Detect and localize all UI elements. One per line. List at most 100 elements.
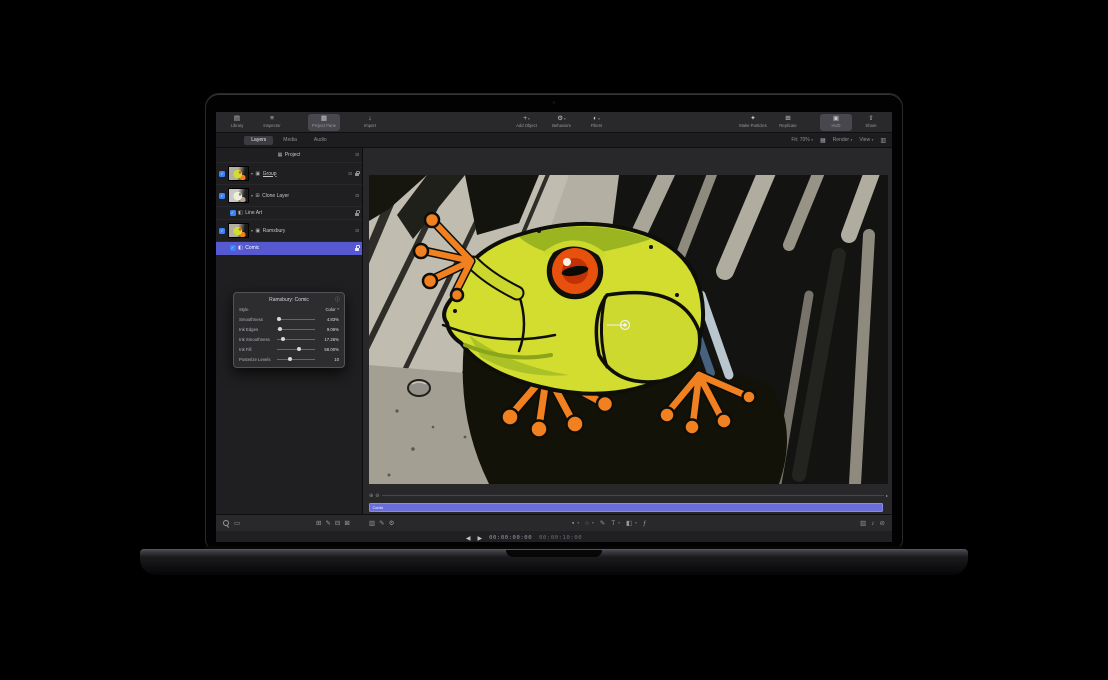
share-button[interactable]: ⇧ Share	[855, 114, 887, 131]
library-button[interactable]: ▤ Library	[221, 114, 253, 131]
param-slider[interactable]	[277, 349, 315, 350]
edit-tool-icon[interactable]: ✎	[325, 519, 330, 527]
inspector-button[interactable]: ≡ Inspector	[256, 114, 288, 131]
duration-display[interactable]: 00:00:10:00	[539, 535, 582, 541]
filters-button[interactable]: ◐▾ Filters	[581, 114, 613, 131]
hud-param-ink-fill[interactable]: Ink Fill 58.00%	[234, 344, 344, 354]
layer-thumbnail	[228, 166, 249, 181]
transform-tool-icon[interactable]: ⊞	[316, 519, 321, 527]
pen-tool-icon[interactable]: ✎	[600, 519, 605, 527]
disclosure-triangle-icon[interactable]: ▾	[251, 193, 253, 198]
timeline-zoom-out-icon[interactable]: ⊖	[375, 493, 379, 499]
disclosure-triangle-icon[interactable]: ▾	[251, 171, 253, 176]
function-tool-icon[interactable]: ƒ	[643, 520, 647, 527]
hud-label: HUD	[831, 123, 840, 128]
timeline-clip-comic[interactable]: Comic	[369, 503, 883, 512]
chevron-down-icon: ▾	[618, 521, 620, 525]
library-icon: ▤	[234, 116, 240, 122]
mask-tool-icon[interactable]: ◧	[626, 519, 632, 527]
activation-checkbox[interactable]: ✓	[230, 210, 236, 216]
audio-icon[interactable]: ♪	[871, 520, 874, 527]
laptop-lid-notch	[506, 550, 602, 557]
param-value[interactable]: Color	[316, 307, 336, 312]
mute-icon[interactable]: ⊘	[880, 519, 885, 527]
render-dropdown[interactable]: Render ▾	[833, 137, 853, 143]
previous-frame-button[interactable]: ◀	[466, 535, 471, 542]
film-icon[interactable]: ▥	[860, 519, 866, 527]
hud-panel[interactable]: Ramsbury: Comic ⓘ Style Color ▾ Smoothne…	[233, 292, 345, 368]
import-button[interactable]: ↓ Import	[354, 114, 386, 131]
param-slider[interactable]	[277, 329, 315, 330]
canvas-artwork[interactable]	[369, 175, 888, 484]
hud-param-smoothness[interactable]: Smoothness 4.83%	[234, 314, 344, 324]
activation-checkbox[interactable]: ✓	[219, 171, 225, 177]
make-particles-button[interactable]: ✦ Make Particles	[737, 114, 769, 131]
text-tool-icon[interactable]: T	[611, 520, 615, 527]
timeline-track[interactable]	[382, 495, 884, 496]
camera-icon: ⊡	[355, 152, 359, 158]
view-tool-icon[interactable]: ▥	[369, 519, 375, 527]
param-label: Ink Smoothness	[239, 337, 273, 342]
hud-param-ink-edges[interactable]: Ink Edges 9.06%	[234, 324, 344, 334]
layer-label: Ramsbury	[263, 228, 286, 234]
bezier-tool-icon[interactable]: ○	[585, 520, 589, 527]
timecode-display[interactable]: 00:00:00:00	[489, 535, 532, 541]
behaviors-button[interactable]: ⚙▾ Behaviors	[546, 114, 578, 131]
param-label: Ink Edges	[239, 327, 273, 332]
clip-label: Comic	[370, 506, 383, 510]
hud-param-ink-smoothness[interactable]: Ink Smoothness 17.26%	[234, 334, 344, 344]
info-icon[interactable]: ⓘ	[335, 296, 340, 303]
library-label: Library	[231, 123, 244, 128]
layer-row-project[interactable]: ▦ Project ⊡	[216, 148, 362, 163]
layer-row-ramsbury[interactable]: ✓ ▾ ▣ Ramsbury ⊡	[216, 220, 362, 242]
param-slider[interactable]	[277, 319, 315, 320]
window-layout-icon[interactable]: ▥	[880, 137, 886, 144]
settings-tool-icon[interactable]: ⚙	[389, 519, 395, 527]
channels-icon[interactable]: ▦	[820, 137, 826, 144]
lock-icon[interactable]	[355, 248, 359, 251]
make-particles-label: Make Particles	[739, 123, 766, 128]
tab-media[interactable]: Media	[276, 136, 304, 145]
hud-param-posterize-levels[interactable]: Posterize Levels 10	[234, 354, 344, 364]
timeline-ruler[interactable]: ⊕ ⊖ ▸	[369, 491, 888, 500]
share-icon: ⇧	[868, 116, 873, 122]
play-button[interactable]: ▶	[477, 535, 482, 542]
add-object-button[interactable]: +▾ Add Object	[511, 114, 543, 131]
tab-audio[interactable]: Audio	[307, 136, 334, 145]
view-dropdown[interactable]: View ▾	[859, 137, 873, 143]
rectangle-tool-icon[interactable]: ▪	[572, 520, 574, 527]
timeline-end-marker-icon: ▸	[886, 493, 888, 498]
make-particles-icon: ✦	[750, 116, 755, 122]
layer-row-line-art[interactable]: ✓ ◧ Line Art	[216, 207, 362, 220]
replicate-button[interactable]: ⊞ Replicate	[772, 114, 804, 131]
toolbar-center-group: +▾ Add Object ⚙▾ Behaviors ◐▾ Filters	[511, 114, 613, 131]
disclosure-triangle-icon[interactable]: ▾	[251, 228, 253, 233]
lock-icon[interactable]	[355, 213, 359, 216]
distort-tool-icon[interactable]: ⊠	[344, 519, 349, 527]
layer-row-clone-layer[interactable]: ✓ ▾ ⊞ Clone Layer ⊡	[216, 185, 362, 207]
layer-thumbnail	[228, 188, 249, 203]
activation-checkbox[interactable]: ✓	[230, 245, 236, 251]
motion-app-window: ▤ Library ≡ Inspector ▦ Project Pane ↓	[216, 112, 892, 542]
project-pane-button[interactable]: ▦ Project Pane	[308, 114, 340, 131]
zoom-fit-dropdown[interactable]: Fit: 70% ▾	[791, 137, 813, 143]
display-icon[interactable]: ▭	[234, 519, 240, 527]
laptop-screen: ▤ Library ≡ Inspector ▦ Project Pane ↓	[205, 93, 903, 549]
draw-tool-icon[interactable]: ✎	[379, 519, 384, 527]
hud-param-style[interactable]: Style Color ▾	[234, 304, 344, 314]
layer-row-group[interactable]: ✓ ▾ ▣ Group ⊡	[216, 163, 362, 185]
timeline-zoom-in-icon[interactable]: ⊕	[369, 493, 373, 499]
render-label: Render	[833, 137, 849, 143]
tab-layers[interactable]: Layers	[244, 136, 273, 145]
bottom-toolbar: ▭ ⊞ ✎ ⊟ ⊠ ▥ ✎ ⚙ ▪▾ ○▾ ✎ T▾	[216, 514, 892, 531]
crop-tool-icon[interactable]: ⊟	[335, 519, 340, 527]
hud-button[interactable]: ▣ HUD	[820, 114, 852, 131]
param-slider[interactable]	[277, 339, 315, 340]
hud-title: Ramsbury: Comic	[269, 297, 309, 303]
zoom-tool-icon[interactable]	[222, 520, 229, 527]
lock-icon[interactable]	[355, 173, 359, 176]
activation-checkbox[interactable]: ✓	[219, 228, 225, 234]
activation-checkbox[interactable]: ✓	[219, 193, 225, 199]
param-slider[interactable]	[277, 359, 315, 360]
layer-row-comic-selected[interactable]: ✓ ◧ Comic	[216, 242, 362, 255]
